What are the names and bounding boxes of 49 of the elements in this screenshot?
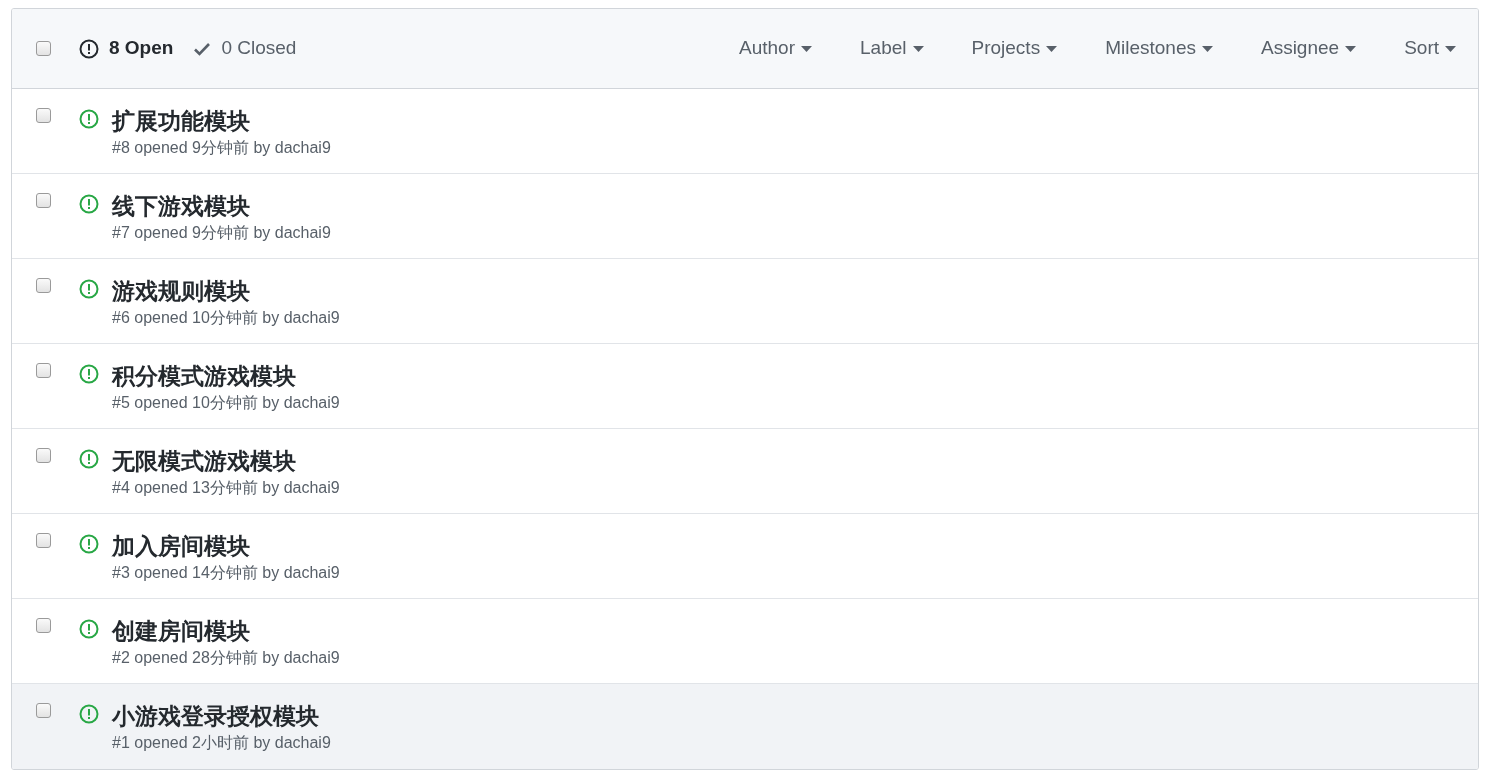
issue-icon	[79, 38, 99, 59]
open-issue-icon	[79, 534, 99, 554]
open-issue-icon	[79, 619, 99, 639]
open-issue-icon	[79, 194, 99, 214]
filter-dropdown[interactable]: Sort	[1404, 34, 1456, 63]
open-issue-icon	[79, 364, 99, 384]
issue-meta: #6 opened 10分钟前 by dachai9	[112, 308, 340, 328]
checkbox[interactable]	[36, 703, 51, 718]
issue-title-link[interactable]: 扩展功能模块	[112, 107, 331, 135]
checkbox[interactable]	[36, 193, 51, 208]
checkbox[interactable]	[36, 278, 51, 293]
issue-title-link[interactable]: 创建房间模块	[112, 617, 340, 645]
filter-dropdown[interactable]: Label	[860, 34, 924, 63]
checkbox[interactable]	[36, 363, 51, 378]
caret-icon	[1201, 45, 1213, 52]
open-issue-icon	[79, 109, 99, 129]
checkbox[interactable]	[36, 41, 51, 56]
caret-icon	[801, 45, 812, 52]
issue-title-link[interactable]: 加入房间模块	[112, 532, 340, 560]
issue-title-link[interactable]: 线下游戏模块	[112, 192, 331, 220]
caret-icon	[1445, 45, 1456, 52]
issue-title-link[interactable]: 小游戏登录授权模块	[112, 702, 331, 730]
filter-dropdown[interactable]: Projects	[971, 34, 1058, 63]
filter-dropdown[interactable]: Assignee	[1260, 34, 1357, 63]
issue-title-link[interactable]: 无限模式游戏模块	[112, 447, 340, 475]
open-issue-icon	[79, 449, 99, 469]
issue-meta: #2 opened 28分钟前 by dachai9	[112, 648, 340, 668]
open-issues-tab[interactable]: 8 Open	[79, 34, 174, 63]
filter-dropdown[interactable]: Milestones	[1105, 34, 1213, 63]
filter-dropdown[interactable]: Author	[739, 34, 812, 63]
issue-title-link[interactable]: 游戏规则模块	[112, 277, 340, 305]
issue-meta: #3 opened 14分钟前 by dachai9	[112, 563, 340, 583]
issue-meta: #8 opened 9分钟前 by dachai9	[112, 138, 331, 158]
checkbox[interactable]	[36, 108, 51, 123]
issue-meta: #7 opened 9分钟前 by dachai9	[112, 223, 331, 243]
open-issue-icon	[79, 704, 99, 724]
checkbox[interactable]	[36, 448, 51, 463]
issue-meta: #4 opened 13分钟前 by dachai9	[112, 478, 340, 498]
checkbox[interactable]	[36, 533, 51, 548]
open-issue-icon	[79, 279, 99, 299]
issue-title-link[interactable]: 积分模式游戏模块	[112, 362, 340, 390]
caret-icon	[1046, 45, 1058, 52]
checkbox[interactable]	[36, 618, 51, 633]
closed-issues-tab[interactable]: 0 Closed	[193, 34, 297, 63]
issue-meta: #5 opened 10分钟前 by dachai9	[112, 393, 340, 413]
issue-row[interactable]: 小游戏登录授权模块 #1 opened 2小时前 by dachai9	[12, 684, 1478, 769]
issue-meta: #1 opened 2小时前 by dachai9	[112, 733, 331, 753]
caret-icon	[1345, 45, 1357, 52]
caret-icon	[912, 45, 924, 52]
